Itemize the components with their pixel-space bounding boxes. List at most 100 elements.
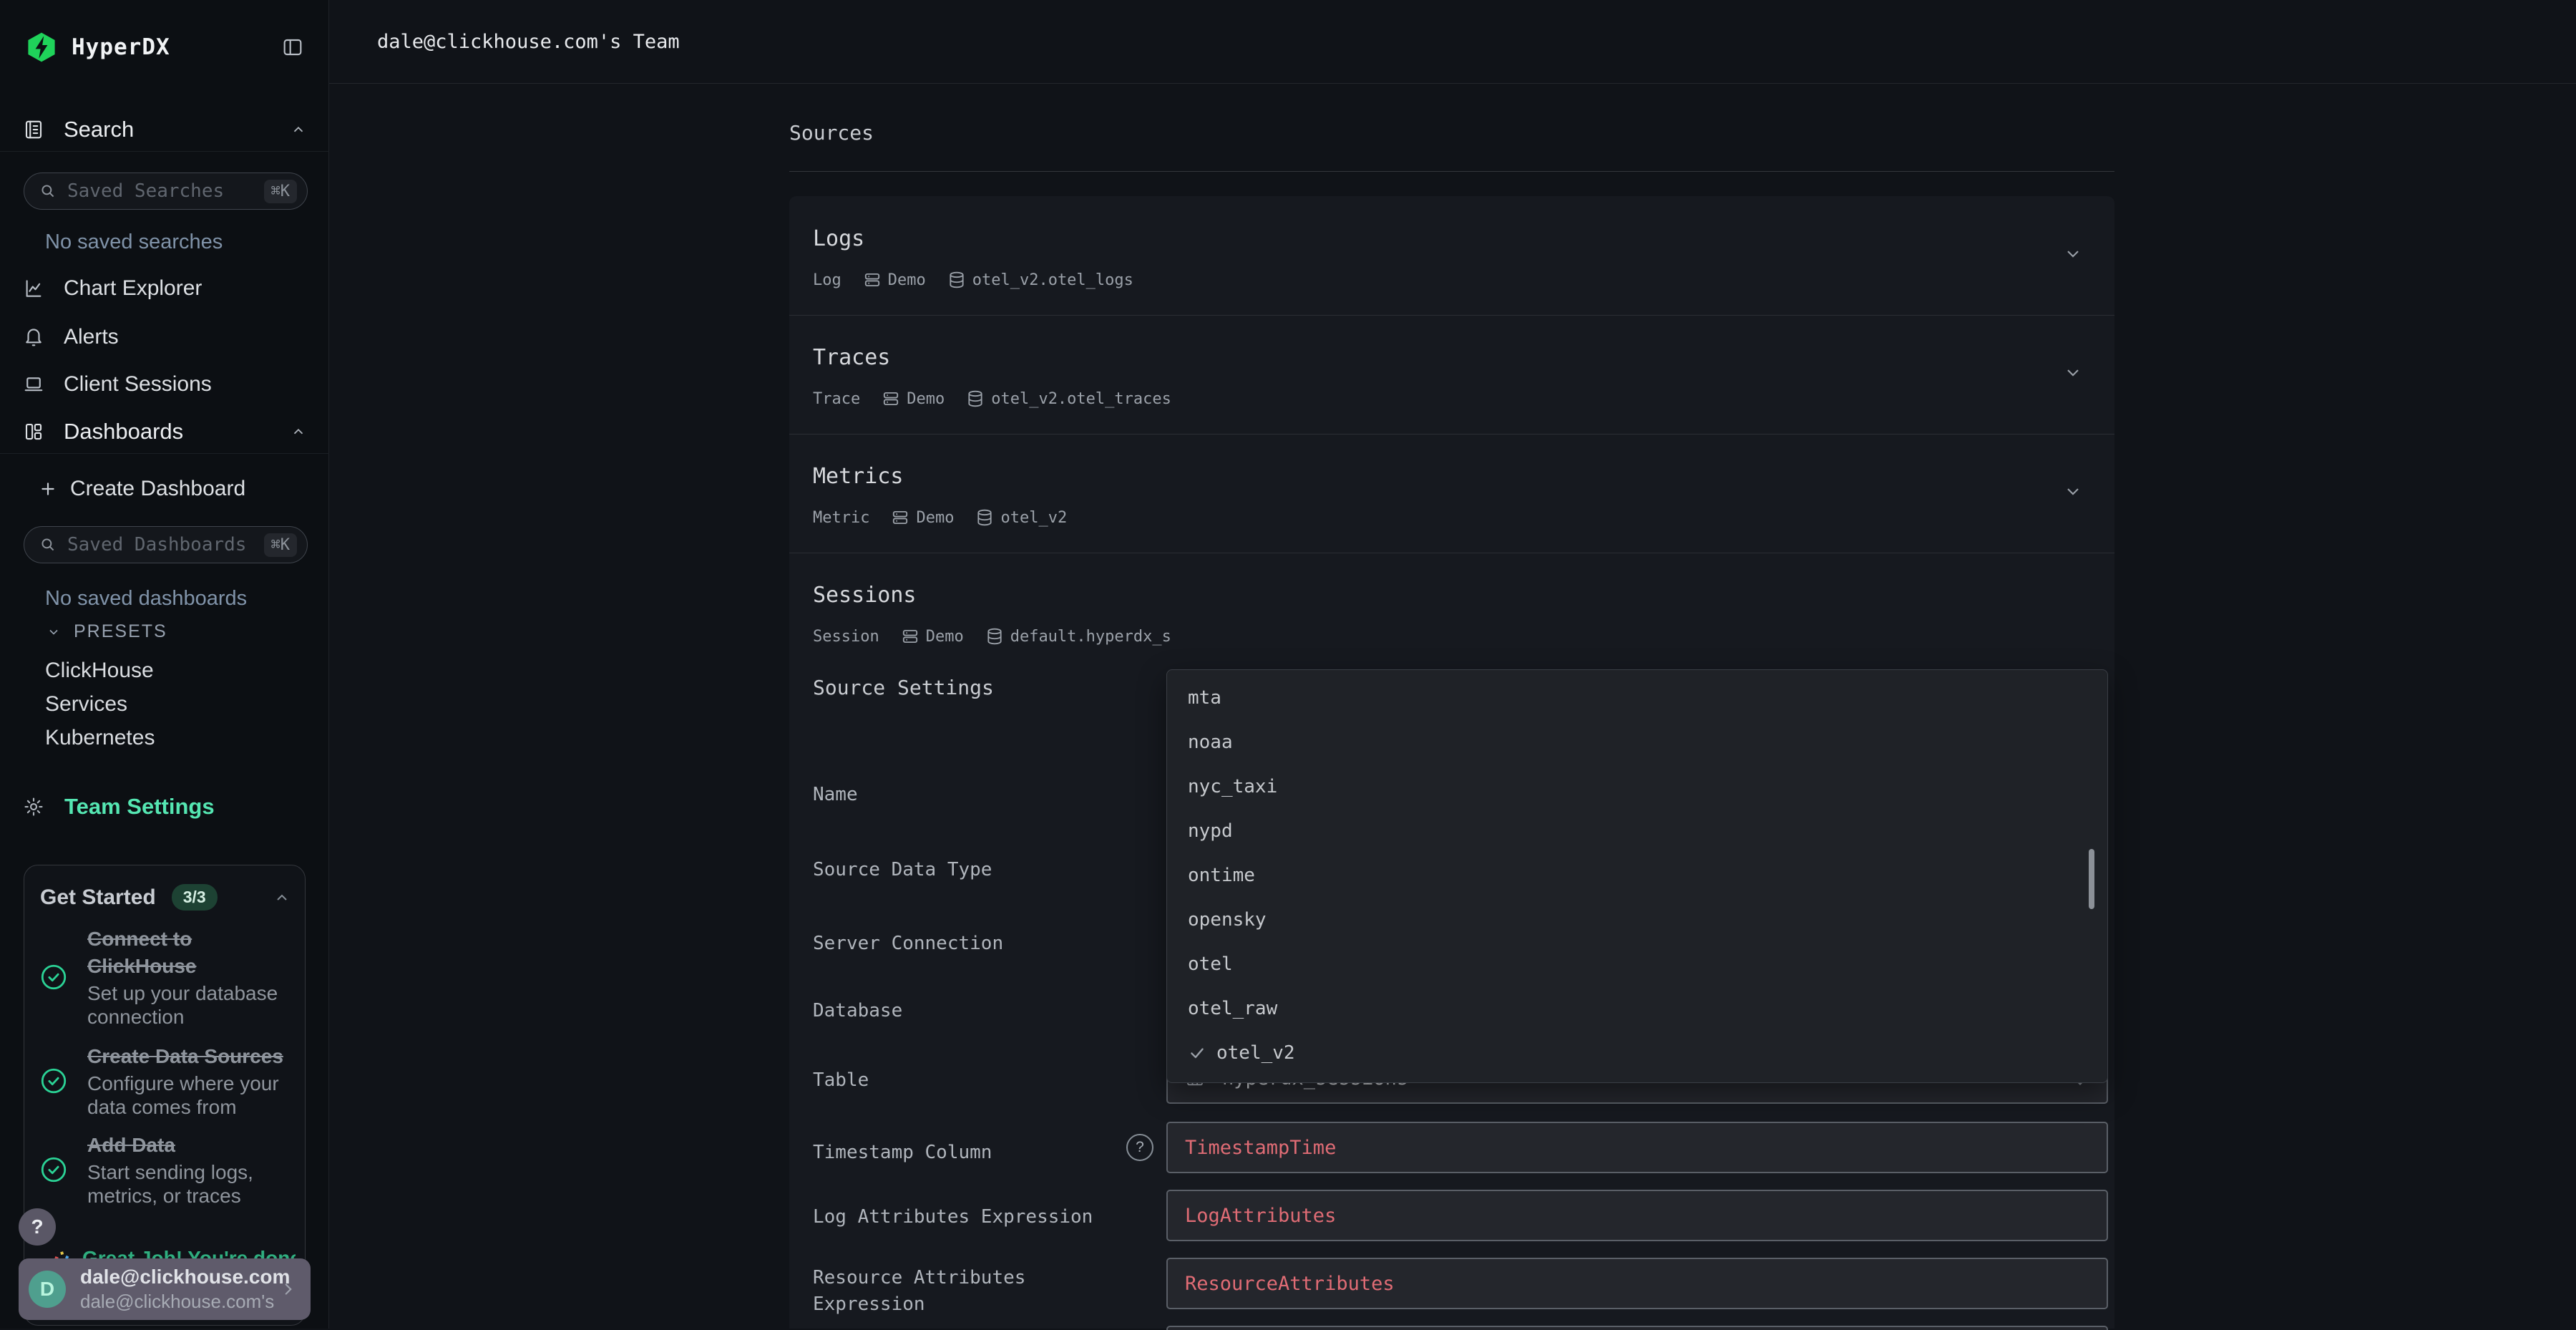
chevron-down-icon	[47, 625, 61, 639]
get-started-item-add-data[interactable]: Add Data Start sending logs, metrics, or…	[39, 1132, 296, 1208]
dropdown-option-label: mta	[1188, 687, 1221, 709]
preset-kubernetes[interactable]: Kubernetes	[45, 726, 155, 750]
source-card-sessions[interactable]: Sessions Session Demo default.hyperdx_s	[789, 553, 2114, 671]
sidebar-section-search[interactable]: Search	[0, 107, 329, 152]
log-attributes-value: LogAttributes	[1185, 1205, 1336, 1227]
sources-panel: Logs Log Demo otel_v2.otel_logs Traces T…	[789, 196, 2114, 1329]
search-icon	[39, 182, 57, 200]
preset-services[interactable]: Services	[45, 692, 127, 717]
get-started-item-title: Create Data Sources	[87, 1043, 291, 1070]
dropdown-option[interactable]: nypd	[1167, 809, 2107, 853]
dropdown-option[interactable]: otel	[1167, 942, 2107, 986]
avatar-initial: D	[40, 1278, 54, 1301]
database-icon	[975, 508, 994, 527]
log-attributes-input[interactable]: LogAttributes	[1166, 1190, 2108, 1241]
dropdown-option-selected[interactable]: otel_v2	[1167, 1031, 2107, 1075]
sidebar-item-client-sessions[interactable]: Client Sessions	[0, 361, 329, 408]
user-menu[interactable]: D dale@clickhouse.com dale@clickhouse.co…	[19, 1258, 311, 1320]
dropdown-option[interactable]: noaa	[1167, 720, 2107, 764]
get-started-item-desc: Configure where your data comes from	[87, 1072, 291, 1119]
sidebar-item-label: Alerts	[64, 325, 119, 349]
gear-icon	[23, 796, 44, 817]
saved-dashboards-shortcut: ⌘K	[264, 533, 298, 557]
database-dropdown: mta noaa nyc_taxi nypd ontime opensky ot…	[1166, 669, 2108, 1083]
page-title: dale@clickhouse.com's Team	[377, 31, 680, 53]
source-card-metrics[interactable]: Metrics Metric Demo otel_v2	[789, 434, 2114, 553]
get-started-item-connect[interactable]: Connect to ClickHouse Set up your databa…	[39, 926, 296, 1029]
source-card-logs[interactable]: Logs Log Demo otel_v2.otel_logs	[789, 196, 2114, 315]
chart-line-icon	[23, 278, 44, 299]
source-card-title: Metrics	[813, 464, 903, 489]
user-subtitle: dale@clickhouse.com's	[80, 1291, 279, 1313]
sidebar-item-chart-explorer[interactable]: Chart Explorer	[0, 265, 329, 312]
check-circle-icon	[39, 1155, 69, 1185]
sidebar-item-team-settings[interactable]: Team Settings	[0, 786, 329, 827]
search-section-label: Search	[64, 117, 134, 142]
name-label: Name	[813, 782, 1113, 808]
server-icon	[901, 627, 919, 646]
dropdown-option-label: otel	[1188, 953, 1233, 975]
timestamp-column-input[interactable]: TimestampTime	[1166, 1122, 2108, 1173]
database-icon	[966, 389, 985, 408]
presets-toggle[interactable]: PRESETS	[47, 621, 167, 642]
chevron-down-icon[interactable]	[2063, 362, 2083, 382]
source-card-traces[interactable]: Traces Trace Demo otel_v2.otel_traces	[789, 315, 2114, 434]
chevron-down-icon[interactable]	[2063, 243, 2083, 263]
resource-attributes-input[interactable]: ResourceAttributes	[1166, 1258, 2108, 1309]
source-settings-heading: Source Settings	[813, 676, 994, 699]
dropdown-option-label: opensky	[1188, 909, 1267, 931]
get-started-title: Get Started	[40, 885, 156, 910]
sidebar-item-label: Chart Explorer	[64, 276, 202, 301]
sources-heading: Sources	[789, 121, 874, 145]
presets-label: PRESETS	[74, 621, 167, 642]
chevron-right-icon	[279, 1280, 298, 1299]
get-started-header[interactable]: Get Started 3/3	[40, 884, 291, 911]
saved-dashboards-input[interactable]: Saved Dashboards ⌘K	[24, 526, 308, 563]
dropdown-option-label: noaa	[1188, 732, 1233, 753]
dashboard-layout-icon	[23, 421, 44, 442]
dropdown-scrollbar[interactable]	[2089, 849, 2094, 909]
collapse-sidebar-icon[interactable]	[280, 36, 305, 59]
chevron-up-icon[interactable]	[273, 889, 291, 906]
get-started-item-sources[interactable]: Create Data Sources Configure where your…	[39, 1043, 296, 1119]
search-icon	[39, 535, 57, 554]
source-data-type-label: Source Data Type	[813, 857, 1113, 883]
help-label: ?	[31, 1215, 43, 1238]
check-icon	[1188, 1044, 1206, 1062]
user-name: dale@clickhouse.com	[80, 1266, 279, 1288]
timestamp-help-icon[interactable]: ?	[1126, 1134, 1153, 1161]
sidebar-section-dashboards[interactable]: Dashboards	[0, 409, 329, 454]
hyperdx-logo-icon	[24, 30, 59, 64]
next-input-partial[interactable]	[1166, 1326, 2108, 1330]
log-attributes-label: Log Attributes Expression	[813, 1204, 1113, 1231]
source-card-meta: Trace Demo otel_v2.otel_traces	[813, 389, 1171, 408]
check-circle-icon	[39, 962, 69, 992]
saved-searches-placeholder: Saved Searches	[67, 180, 224, 202]
source-table: otel_v2	[1000, 509, 1067, 527]
create-dashboard-button[interactable]: Create Dashboard	[0, 465, 329, 513]
chevron-down-icon[interactable]	[2063, 481, 2083, 501]
sidebar: HyperDX Search Saved Searches ⌘K No save…	[0, 0, 329, 1329]
avatar: D	[29, 1271, 66, 1308]
dropdown-option[interactable]: mta	[1167, 676, 2107, 720]
dropdown-option-label: otel_raw	[1188, 998, 1277, 1019]
dropdown-option[interactable]: ontime	[1167, 853, 2107, 898]
check-circle-icon	[39, 1066, 69, 1096]
dropdown-option[interactable]: opensky	[1167, 898, 2107, 942]
help-button[interactable]: ?	[19, 1208, 56, 1246]
get-started-item-desc: Start sending logs, metrics, or traces	[87, 1160, 291, 1208]
dropdown-option[interactable]: nyc_taxi	[1167, 764, 2107, 809]
source-card-meta: Log Demo otel_v2.otel_logs	[813, 271, 1133, 289]
get-started-item-title: Add Data	[87, 1132, 291, 1159]
sidebar-item-alerts[interactable]: Alerts	[0, 314, 329, 361]
table-label: Table	[813, 1067, 1113, 1094]
source-connection: Demo	[926, 628, 964, 646]
source-table: default.hyperdx_s	[1010, 628, 1171, 646]
dropdown-option[interactable]: otel_raw	[1167, 986, 2107, 1031]
saved-searches-input[interactable]: Saved Searches ⌘K	[24, 173, 308, 210]
get-started-progress-badge: 3/3	[172, 884, 218, 911]
preset-clickhouse[interactable]: ClickHouse	[45, 659, 154, 683]
source-connection: Demo	[907, 390, 945, 408]
main-content: Sources Logs Log Demo otel_v2.otel_logs …	[329, 84, 2576, 1329]
source-table: otel_v2.otel_logs	[972, 271, 1133, 289]
